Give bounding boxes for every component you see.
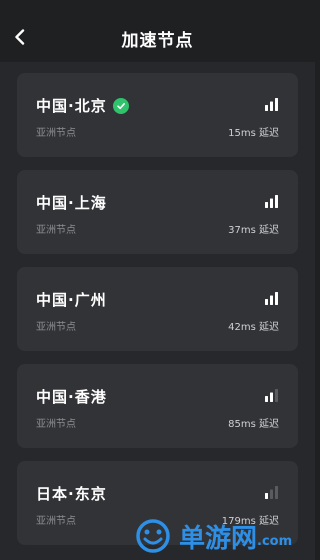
node-name: 中国·广州 — [36, 291, 107, 309]
node-region: 亚洲节点 — [36, 225, 76, 236]
node-latency: 85ms 延迟 — [228, 419, 279, 430]
node-region: 亚洲节点 — [36, 322, 76, 333]
watermark-text: 单游网 — [179, 523, 258, 554]
watermark: 单游网 .com — [133, 514, 313, 558]
node-list: 中国·北京 亚洲节点 15ms 延迟 中国·上海 亚洲节点 37ms 延迟 中国… — [0, 62, 315, 560]
node-card-shanghai[interactable]: 中国·上海 亚洲节点 37ms 延迟 — [17, 170, 298, 254]
node-card-guangzhou[interactable]: 中国·广州 亚洲节点 42ms 延迟 — [17, 267, 298, 351]
node-card-beijing[interactable]: 中国·北京 亚洲节点 15ms 延迟 — [17, 73, 298, 157]
signal-strength-icon — [265, 389, 278, 402]
top-bar: 加速节点 — [0, 0, 315, 62]
node-name: 中国·北京 — [36, 97, 107, 115]
node-name: 中国·上海 — [36, 194, 107, 212]
page-title: 加速节点 — [121, 31, 194, 51]
node-name: 日本·东京 — [36, 485, 107, 503]
watermark-domain: .com — [257, 533, 293, 549]
node-latency: 37ms 延迟 — [228, 225, 279, 236]
node-latency: 42ms 延迟 — [228, 322, 279, 333]
signal-strength-icon — [265, 486, 278, 499]
node-region: 亚洲节点 — [36, 516, 76, 527]
node-region: 亚洲节点 — [36, 128, 76, 139]
signal-strength-icon — [265, 98, 278, 111]
watermark-logo-icon — [136, 519, 170, 553]
node-latency: 15ms 延迟 — [228, 128, 279, 139]
signal-strength-icon — [265, 195, 278, 208]
signal-strength-icon — [265, 292, 278, 305]
selected-check-icon — [112, 97, 129, 114]
node-name: 中国·香港 — [36, 388, 107, 406]
node-card-hongkong[interactable]: 中国·香港 亚洲节点 85ms 延迟 — [17, 364, 298, 448]
node-region: 亚洲节点 — [36, 419, 76, 430]
